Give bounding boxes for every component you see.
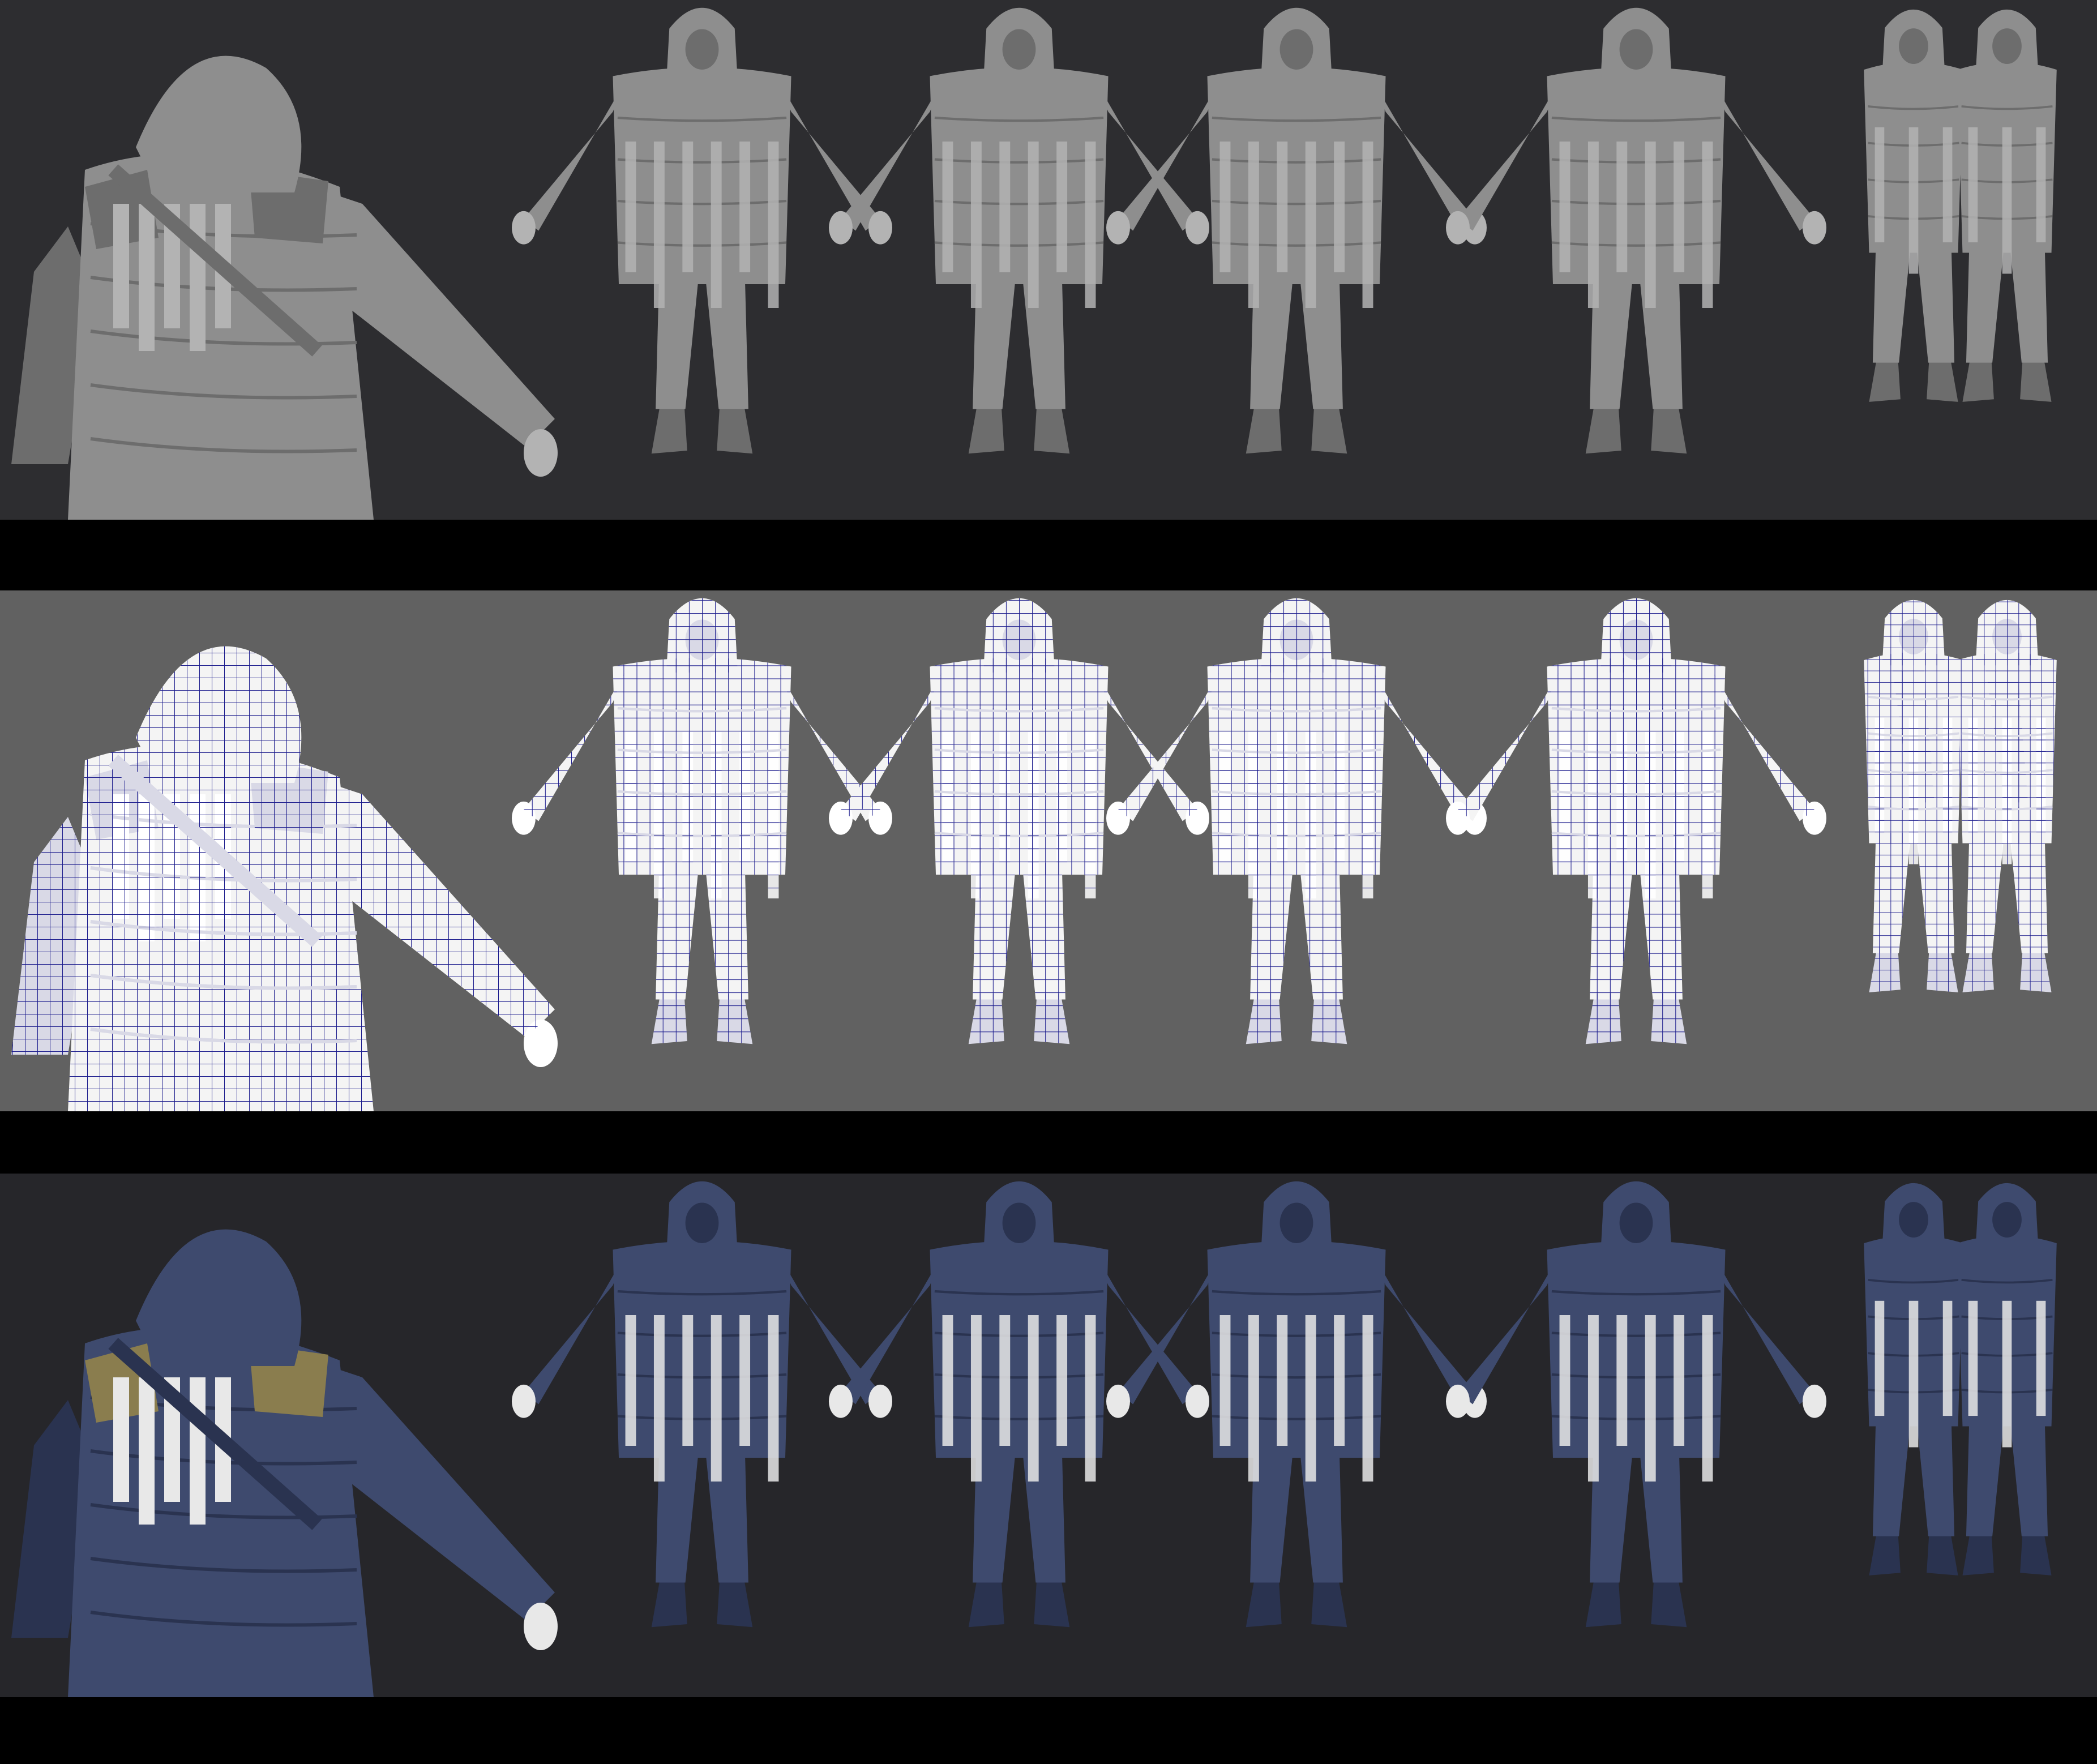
row-separator [0,1697,2097,1764]
row-separator [0,520,2097,590]
wireframe-row [0,590,2097,1111]
row-separator [0,1111,2097,1174]
sculpt-row [0,0,2097,520]
textured-row [0,1174,2097,1697]
